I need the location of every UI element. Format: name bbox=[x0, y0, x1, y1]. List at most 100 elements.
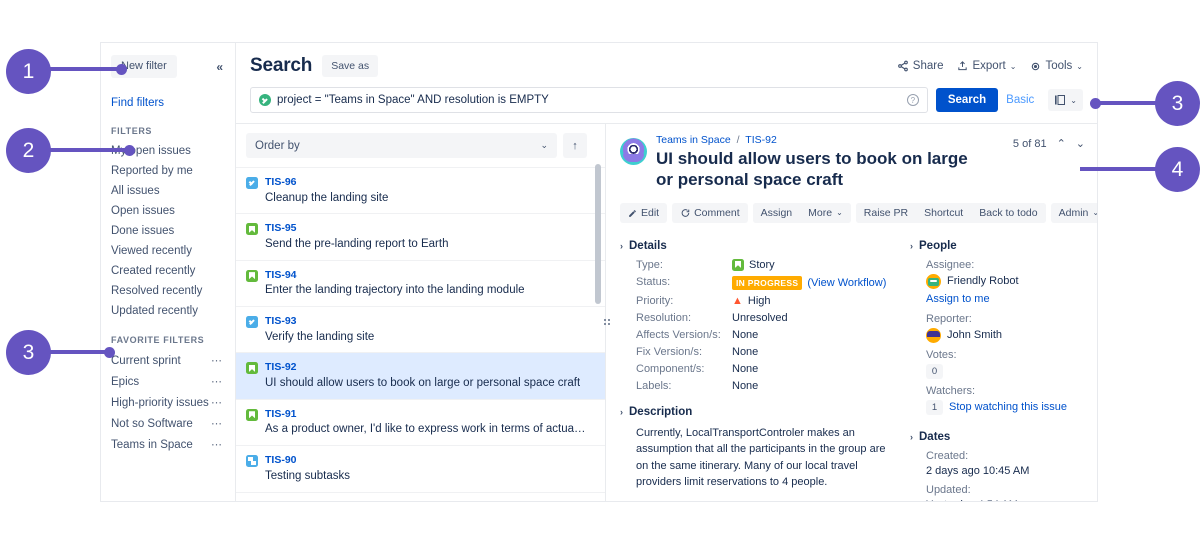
issue-key[interactable]: TIS-93 bbox=[265, 314, 374, 329]
callout-dot-1 bbox=[116, 64, 127, 75]
save-as-button[interactable]: Save as bbox=[322, 55, 379, 77]
watchers-label: Watchers: bbox=[926, 384, 976, 397]
more-actions-icon[interactable]: ⋯ bbox=[211, 438, 223, 451]
detail-left-column: › Details Type: Story Status: IN PROGRES… bbox=[620, 234, 900, 502]
stop-watching-link[interactable]: Stop watching this issue bbox=[949, 401, 1067, 413]
table-row[interactable]: TIS-93 Verify the landing site bbox=[236, 306, 605, 352]
jql-query-input[interactable]: project = "Teams in Space" AND resolutio… bbox=[277, 94, 907, 106]
priority-value: High bbox=[747, 294, 771, 307]
view-workflow-link[interactable]: (View Workflow) bbox=[807, 277, 886, 289]
issue-key[interactable]: TIS-90 bbox=[265, 453, 350, 468]
table-row[interactable]: TIS-96 Cleanup the landing site bbox=[236, 167, 605, 213]
table-row[interactable]: TIS-95 Send the pre-landing report to Ear… bbox=[236, 213, 605, 259]
callout-number: 3 bbox=[22, 340, 35, 364]
sidebar-item-updated-recently[interactable]: Updated recently bbox=[101, 301, 235, 321]
issue-key[interactable]: TIS-95 bbox=[265, 221, 448, 236]
edit-button[interactable]: Edit bbox=[620, 202, 668, 224]
collapse-sidebar-icon[interactable]: « bbox=[216, 61, 223, 73]
issue-key[interactable]: TIS-96 bbox=[265, 175, 388, 190]
pane-resize-handle[interactable] bbox=[602, 313, 608, 327]
sidebar-item-epics[interactable]: Epics ⋯ bbox=[101, 371, 235, 392]
table-row[interactable]: TIS-90 Testing subtasks bbox=[236, 445, 605, 491]
sidebar-item-reported-by-me[interactable]: Reported by me bbox=[101, 161, 235, 181]
issue-key[interactable]: TIS-94 bbox=[265, 268, 525, 283]
issue-type-task-icon bbox=[246, 316, 258, 329]
table-row[interactable]: TIS-91 As a product owner, I'd like to ex… bbox=[236, 398, 605, 445]
jql-input-wrapper[interactable]: project = "Teams in Space" AND resolutio… bbox=[250, 87, 928, 113]
detail-columns: › Details Type: Story Status: IN PROGRES… bbox=[620, 234, 1085, 502]
breadcrumb-issue-key[interactable]: TIS-92 bbox=[745, 134, 777, 146]
view-options-button[interactable]: ⌄ bbox=[1048, 89, 1083, 111]
comment-button[interactable]: Comment bbox=[672, 202, 748, 224]
help-icon[interactable]: ? bbox=[906, 94, 919, 106]
dates-section-header[interactable]: › Dates bbox=[910, 431, 1085, 443]
sidebar-item-high-priority-issues[interactable]: High-priority issues ⋯ bbox=[101, 392, 235, 413]
header-actions: Share Export ⌄ Tools ⌄ bbox=[897, 60, 1083, 72]
sidebar-item-open-issues[interactable]: Open issues bbox=[101, 201, 235, 221]
previous-issue-button[interactable]: ⌃ bbox=[1057, 137, 1066, 150]
next-issue-button[interactable]: ⌄ bbox=[1076, 137, 1085, 150]
assign-button[interactable]: Assign bbox=[752, 202, 801, 224]
field-resolution: Resolution: Unresolved bbox=[620, 312, 900, 324]
back-to-todo-button[interactable]: Back to todo bbox=[971, 202, 1046, 224]
basic-mode-link[interactable]: Basic bbox=[1006, 94, 1034, 106]
sidebar-item-done-issues[interactable]: Done issues bbox=[101, 221, 235, 241]
table-row-selected[interactable]: TIS-92 UI should allow users to book on l… bbox=[236, 352, 605, 399]
order-by-select[interactable]: Order by ⌄ bbox=[246, 133, 557, 158]
more-actions-icon[interactable]: ⋯ bbox=[211, 396, 223, 409]
breadcrumb-project[interactable]: Teams in Space bbox=[656, 134, 731, 146]
admin-button[interactable]: Admin⌄ bbox=[1050, 202, 1097, 224]
search-button[interactable]: Search bbox=[935, 88, 999, 112]
sidebar-item-current-sprint[interactable]: Current sprint ⋯ bbox=[101, 350, 235, 371]
field-status: Status: IN PROGRESS (View Workflow) bbox=[620, 275, 900, 290]
priority-high-icon: ▲ bbox=[732, 294, 743, 307]
assign-to-me-link[interactable]: Assign to me bbox=[926, 293, 1085, 305]
more-actions-icon[interactable]: ⋯ bbox=[211, 375, 223, 388]
reporter-block: Reporter: John Smith bbox=[910, 313, 1085, 343]
reporter-label: Reporter: bbox=[926, 312, 972, 325]
issue-key[interactable]: TIS-89 bbox=[265, 500, 346, 502]
dates-heading: Dates bbox=[919, 430, 951, 443]
issue-action-bar: Edit Comment Assign More ⌄ Raise PR Short… bbox=[620, 202, 1097, 224]
issue-position-count: 5 of 81 bbox=[1012, 137, 1047, 150]
sidebar-item-label: Viewed recently bbox=[111, 245, 192, 257]
content-split: Order by ⌄ ↑ TIS-96 Cleanup the landing s… bbox=[236, 123, 1097, 501]
sidebar-item-viewed-recently[interactable]: Viewed recently bbox=[101, 241, 235, 261]
issue-key[interactable]: TIS-92 bbox=[265, 360, 580, 375]
field-label: Component/s: bbox=[636, 362, 705, 375]
callout-line-1 bbox=[48, 67, 123, 71]
more-actions-icon[interactable]: ⋯ bbox=[211, 354, 223, 367]
tools-button[interactable]: Tools ⌄ bbox=[1030, 60, 1083, 72]
issue-type-story-icon bbox=[246, 362, 258, 375]
issue-list-scrollbar[interactable] bbox=[595, 164, 601, 304]
sidebar-item-not-so-software[interactable]: Not so Software ⋯ bbox=[101, 413, 235, 434]
people-section-header[interactable]: › People bbox=[910, 240, 1085, 252]
share-button[interactable]: Share bbox=[897, 60, 943, 72]
sidebar-item-all-issues[interactable]: All issues bbox=[101, 181, 235, 201]
votes-label: Votes: bbox=[926, 348, 957, 361]
issue-key[interactable]: TIS-91 bbox=[265, 407, 587, 422]
sidebar-item-teams-in-space[interactable]: Teams in Space ⋯ bbox=[101, 434, 235, 455]
sort-direction-button[interactable]: ↑ bbox=[563, 133, 587, 158]
description-section-header[interactable]: › Description bbox=[620, 406, 900, 418]
export-button[interactable]: Export ⌄ bbox=[957, 60, 1016, 72]
issue-body: TIS-96 Cleanup the landing site bbox=[265, 175, 388, 206]
details-section-header[interactable]: › Details bbox=[620, 240, 900, 252]
reporter-name: John Smith bbox=[947, 329, 1003, 341]
field-label: Labels: bbox=[636, 379, 672, 392]
field-label: Priority: bbox=[636, 294, 674, 307]
find-filters-link[interactable]: Find filters bbox=[101, 94, 235, 112]
sidebar-item-resolved-recently[interactable]: Resolved recently bbox=[101, 281, 235, 301]
raise-pr-button[interactable]: Raise PR bbox=[855, 202, 917, 224]
more-actions-icon[interactable]: ⋯ bbox=[211, 417, 223, 430]
sidebar-item-created-recently[interactable]: Created recently bbox=[101, 261, 235, 281]
sidebar-item-label: High-priority issues bbox=[111, 396, 209, 409]
table-row[interactable]: TIS-94 Enter the landing trajectory into … bbox=[236, 259, 605, 306]
edit-label: Edit bbox=[641, 206, 660, 219]
comment-icon bbox=[681, 209, 690, 217]
chevron-down-icon: ⌄ bbox=[1009, 61, 1017, 71]
table-row[interactable]: TIS-89Create a design bbox=[236, 491, 605, 502]
check-circle-icon bbox=[259, 94, 271, 106]
more-button[interactable]: More ⌄ bbox=[800, 202, 851, 224]
shortcut-button[interactable]: Shortcut bbox=[916, 202, 972, 224]
